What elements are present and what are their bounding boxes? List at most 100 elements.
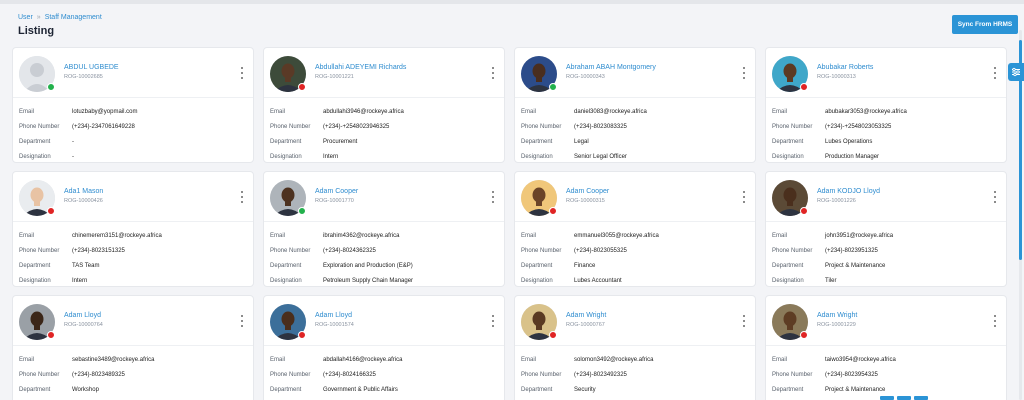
avatar[interactable] (772, 304, 808, 340)
staff-details: Email abdallah4166@rockeye.africa Phone N… (270, 352, 498, 400)
more-options-icon[interactable] (490, 67, 496, 79)
staff-name-link[interactable]: ABDUL UGBEDE (64, 64, 119, 71)
phone-value: (+234)-8023954325 (825, 371, 878, 378)
designation-row: Designation Lubes Accountant (521, 273, 749, 286)
staff-code: ROG-10000764 (64, 322, 103, 328)
staff-card-header: Abubakar Roberts ROG-10000313 (766, 48, 1006, 98)
staff-name-link[interactable]: Abdullahi ADEYEMI Richards (315, 64, 406, 71)
staff-card-header: Adam Cooper ROG-10000315 (515, 172, 755, 222)
avatar[interactable] (19, 304, 55, 340)
avatar[interactable] (270, 56, 306, 92)
email-value: chinemerem3151@rockeye.africa (72, 232, 162, 239)
more-options-icon[interactable] (741, 191, 747, 203)
avatar[interactable] (270, 304, 306, 340)
staff-details: Email taiwo3954@rockeye.africa Phone Numb… (772, 352, 1000, 400)
avatar[interactable] (521, 180, 557, 216)
avatar[interactable] (772, 56, 808, 92)
department-value: Government & Public Affairs (323, 386, 398, 393)
phone-label: Phone Number (521, 123, 562, 130)
staff-card-header: Adam Wright ROG-10001229 (766, 296, 1006, 346)
more-options-icon[interactable] (239, 67, 245, 79)
department-label: Department (270, 386, 302, 393)
staff-card-header: ABDUL UGBEDE ROG-10002685 (13, 48, 253, 98)
phone-value: (+234)-8023489325 (72, 371, 125, 378)
staff-name-link[interactable]: Adam Lloyd (315, 312, 352, 319)
staff-name-link[interactable]: Adam Wright (566, 312, 606, 319)
phone-label: Phone Number (19, 371, 60, 378)
email-value: daniel3083@rockeye.africa (574, 108, 647, 115)
email-label: Email (270, 232, 286, 239)
pagination-indicator[interactable] (880, 396, 980, 400)
department-row: Department Government & Public Affairs (270, 382, 498, 397)
filter-panel-toggle[interactable] (1008, 63, 1024, 81)
more-options-icon[interactable] (992, 315, 998, 327)
more-options-icon[interactable] (741, 67, 747, 79)
email-value: abdullahi3946@rockeye.africa (323, 108, 404, 115)
breadcrumb-item-staff-management[interactable]: Staff Management (45, 14, 102, 21)
email-value: sebastine3489@rockeye.africa (72, 356, 155, 363)
status-indicator (298, 207, 306, 215)
department-row: Department TAS Team (19, 258, 247, 273)
email-value: john3951@rockeye.africa (825, 232, 894, 239)
more-options-icon[interactable] (239, 315, 245, 327)
phone-label: Phone Number (270, 123, 311, 130)
staff-name-link[interactable]: Abubakar Roberts (817, 64, 873, 71)
pagination-segment[interactable] (880, 396, 894, 400)
staff-code: ROG-10001221 (315, 74, 354, 80)
avatar[interactable] (19, 56, 55, 92)
phone-label: Phone Number (772, 123, 813, 130)
avatar[interactable] (521, 56, 557, 92)
breadcrumb-item-user[interactable]: User (18, 14, 33, 21)
phone-value: (+234)-8023492325 (574, 371, 627, 378)
phone-row: Phone Number (+234)-8024362325 (270, 243, 498, 258)
department-row: Department Lubes Operations (772, 134, 1000, 149)
staff-name-link[interactable]: Adam Lloyd (64, 312, 101, 319)
pagination-segment[interactable] (914, 396, 928, 400)
phone-value: (+234)-8023951325 (825, 247, 878, 254)
more-options-icon[interactable] (992, 67, 998, 79)
staff-card-header: Adam KODJO Lloyd ROG-10001226 (766, 172, 1006, 222)
department-value: Security (574, 386, 596, 393)
designation-label: Designation (772, 277, 804, 284)
staff-name-link[interactable]: Adam Cooper (566, 188, 609, 195)
avatar[interactable] (521, 304, 557, 340)
staff-name-link[interactable]: Adam Cooper (315, 188, 358, 195)
staff-name-link[interactable]: Ada1 Mason (64, 188, 103, 195)
email-row: Email ibrahim4362@rockeye.africa (270, 228, 498, 243)
department-label: Department (19, 138, 51, 145)
more-options-icon[interactable] (239, 191, 245, 203)
status-indicator (800, 331, 808, 339)
staff-details: Email abdullahi3946@rockeye.africa Phone … (270, 104, 498, 162)
avatar[interactable] (270, 180, 306, 216)
department-row: Department Project & Maintenance (772, 258, 1000, 273)
sync-from-hrms-button[interactable]: Sync From HRMS (952, 15, 1018, 34)
pagination-segment[interactable] (897, 396, 911, 400)
designation-label: Designation (270, 153, 302, 160)
avatar[interactable] (19, 180, 55, 216)
department-label: Department (772, 262, 804, 269)
staff-details: Email abubakar3053@rockeye.africa Phone N… (772, 104, 1000, 162)
staff-code: ROG-10001226 (817, 198, 856, 204)
staff-name-link[interactable]: Abraham ABAH Montgomery (566, 64, 656, 71)
phone-label: Phone Number (270, 247, 311, 254)
department-row: Department Exploration and Production (E&… (270, 258, 498, 273)
phone-value: (+234)-8024166325 (323, 371, 376, 378)
department-value: Finance (574, 262, 596, 269)
more-options-icon[interactable] (741, 315, 747, 327)
phone-label: Phone Number (19, 123, 60, 130)
department-label: Department (521, 262, 553, 269)
staff-card: Abubakar Roberts ROG-10000313 Email abuba… (765, 47, 1007, 163)
designation-value: Lubes Accountant (574, 277, 622, 284)
email-label: Email (772, 232, 788, 239)
staff-code: ROG-10000426 (64, 198, 103, 204)
top-bar (0, 0, 1024, 4)
more-options-icon[interactable] (992, 191, 998, 203)
staff-name-link[interactable]: Adam KODJO Lloyd (817, 188, 880, 195)
staff-name-link[interactable]: Adam Wright (817, 312, 857, 319)
avatar[interactable] (772, 180, 808, 216)
more-options-icon[interactable] (490, 315, 496, 327)
designation-value: Intern (72, 277, 88, 284)
staff-card-grid: ABDUL UGBEDE ROG-10002685 Email lotuzbaby… (12, 47, 1007, 400)
more-options-icon[interactable] (490, 191, 496, 203)
designation-value: Petroleum Supply Chain Manager (323, 277, 414, 284)
